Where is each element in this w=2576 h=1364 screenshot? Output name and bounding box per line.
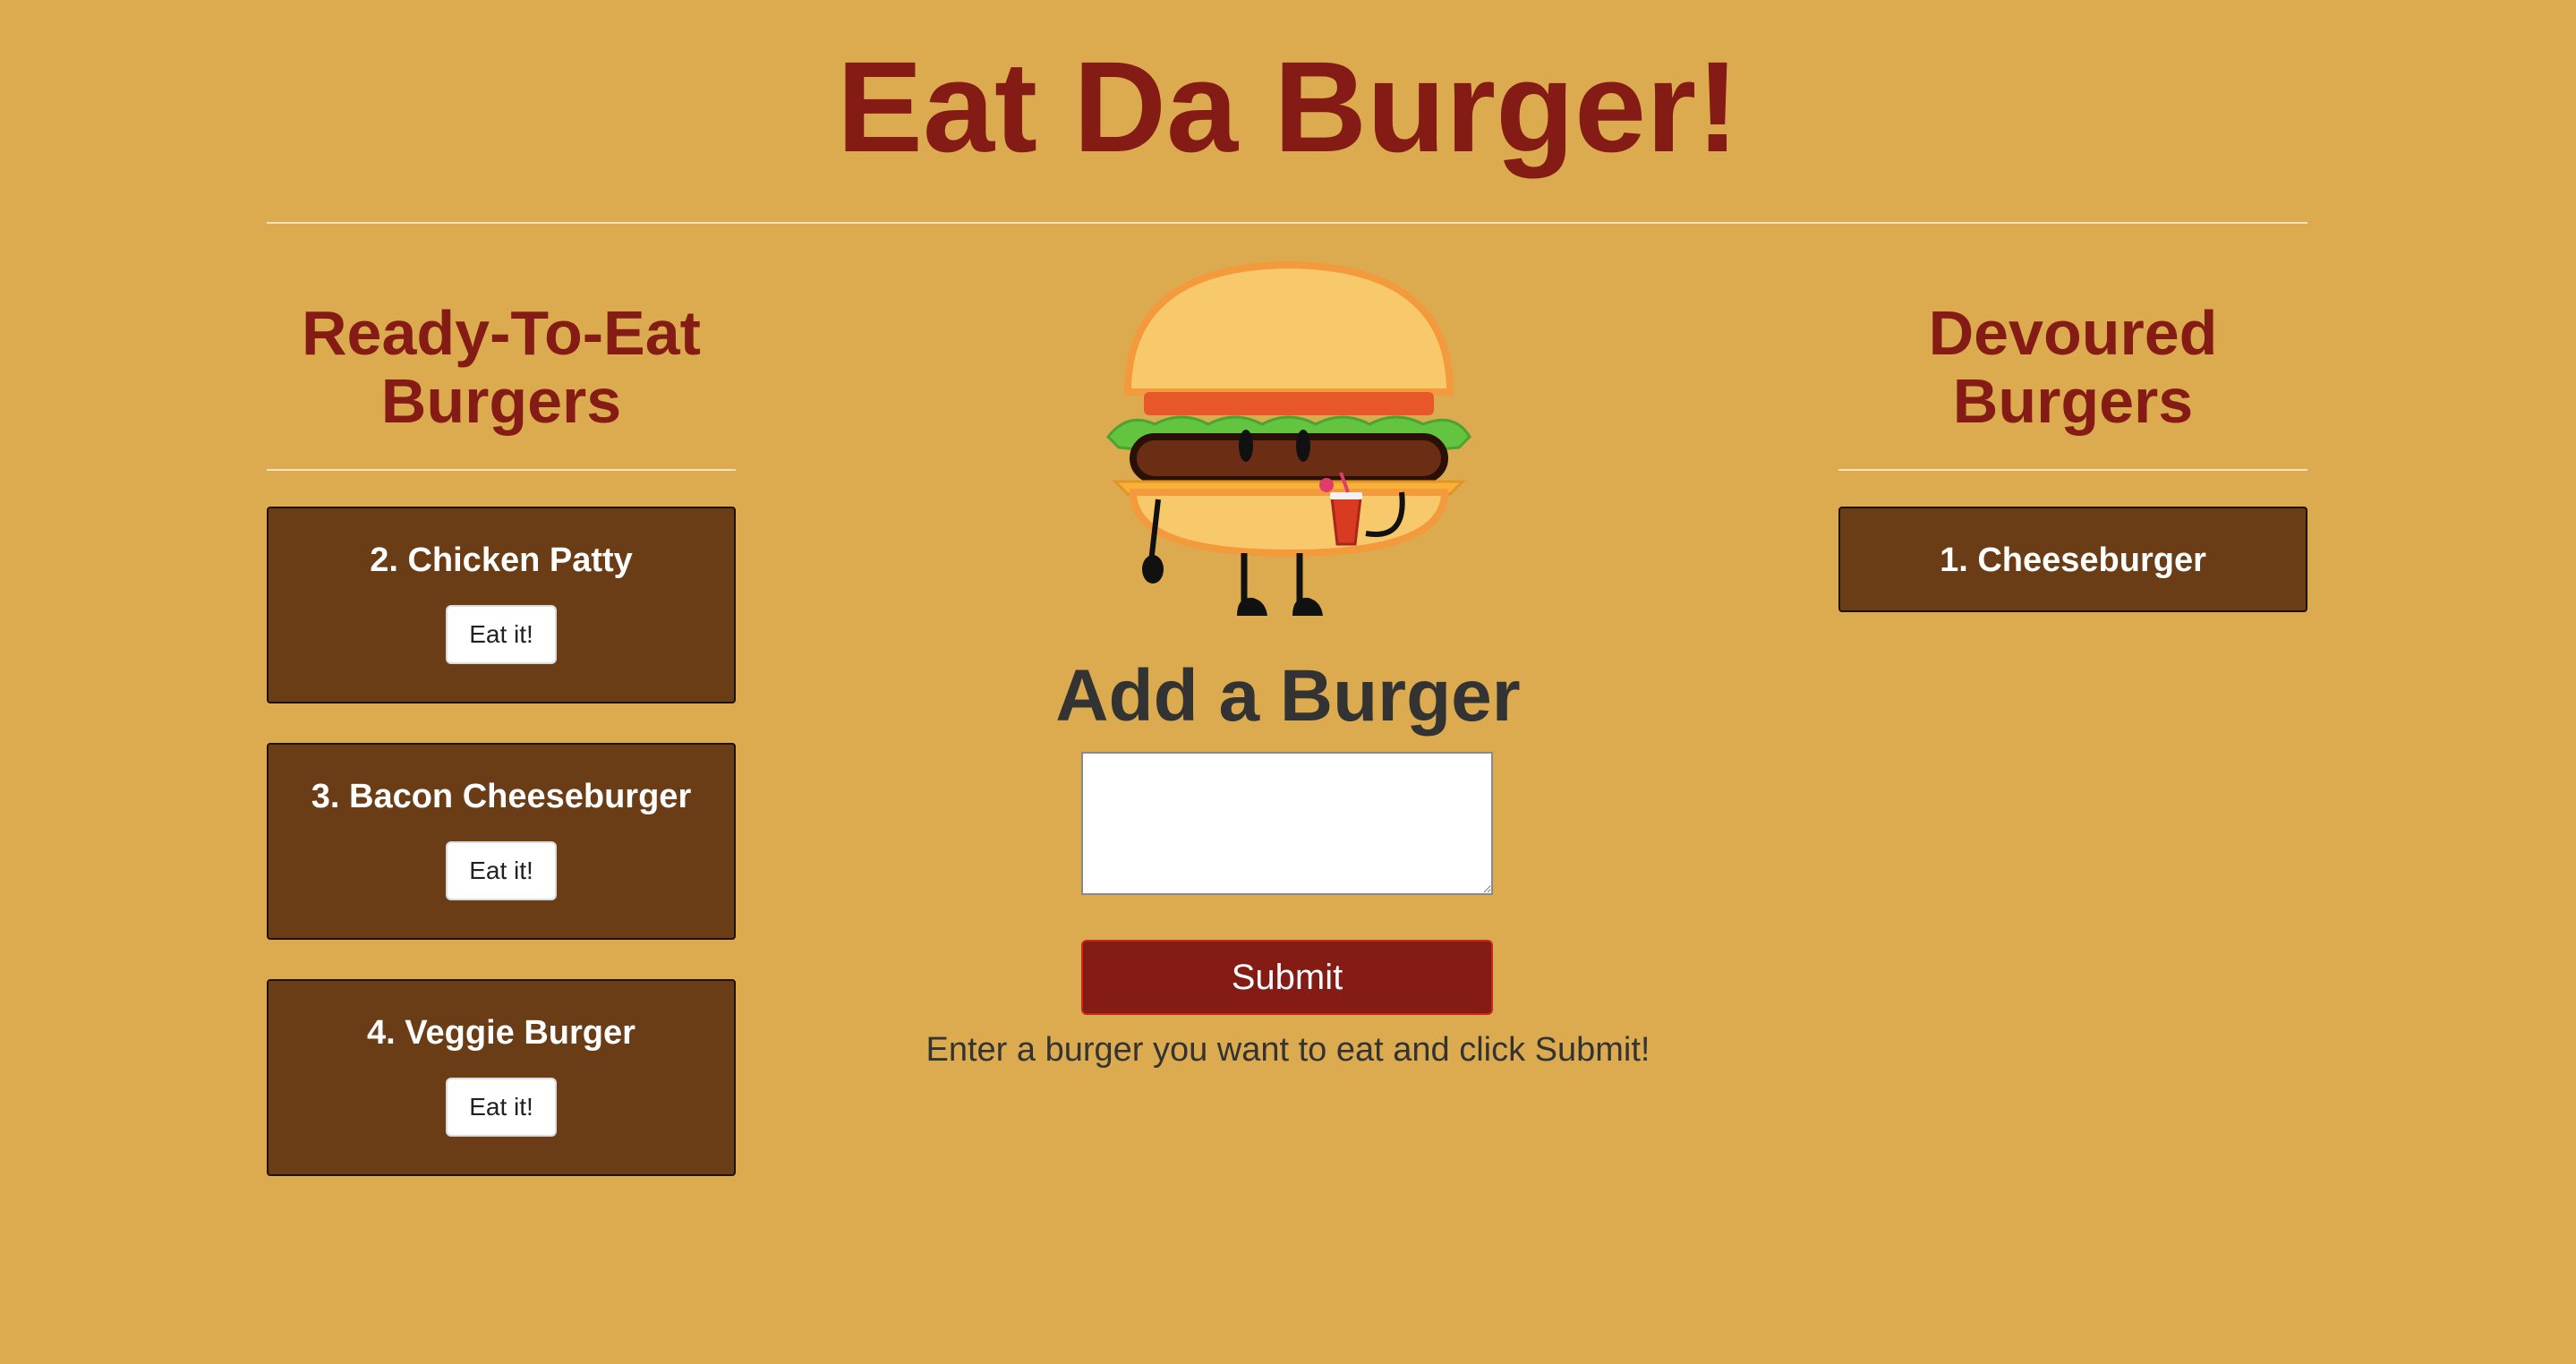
burger-card: 4. Veggie Burger Eat it! [267,979,736,1176]
ready-divider [267,469,736,471]
page-title: Eat Da Burger! [836,35,1740,179]
eat-it-button[interactable]: Eat it! [446,1078,557,1137]
burger-card: 3. Bacon Cheeseburger Eat it! [267,743,736,940]
header-divider [267,222,2307,224]
devoured-heading: Devoured Burgers [1928,298,2218,436]
submit-button[interactable]: Submit [1081,940,1493,1015]
devoured-divider [1838,469,2307,471]
helper-text: Enter a burger you want to eat and click… [925,1031,1651,1069]
devoured-burger-name: 1. Cheeseburger [1940,541,2206,579]
ready-to-eat-heading: Ready-To-Eat Burgers [302,298,701,436]
add-burger-heading: Add a Burger [1055,655,1521,737]
burger-mascot-icon [1105,260,1471,616]
burger-name: 3. Bacon Cheeseburger [311,778,692,815]
burger-name-input[interactable] [1081,752,1493,895]
devoured-burger-card: 1. Cheeseburger [1838,507,2307,612]
burger-name: 2. Chicken Patty [370,541,633,579]
eat-it-button[interactable]: Eat it! [446,841,557,900]
